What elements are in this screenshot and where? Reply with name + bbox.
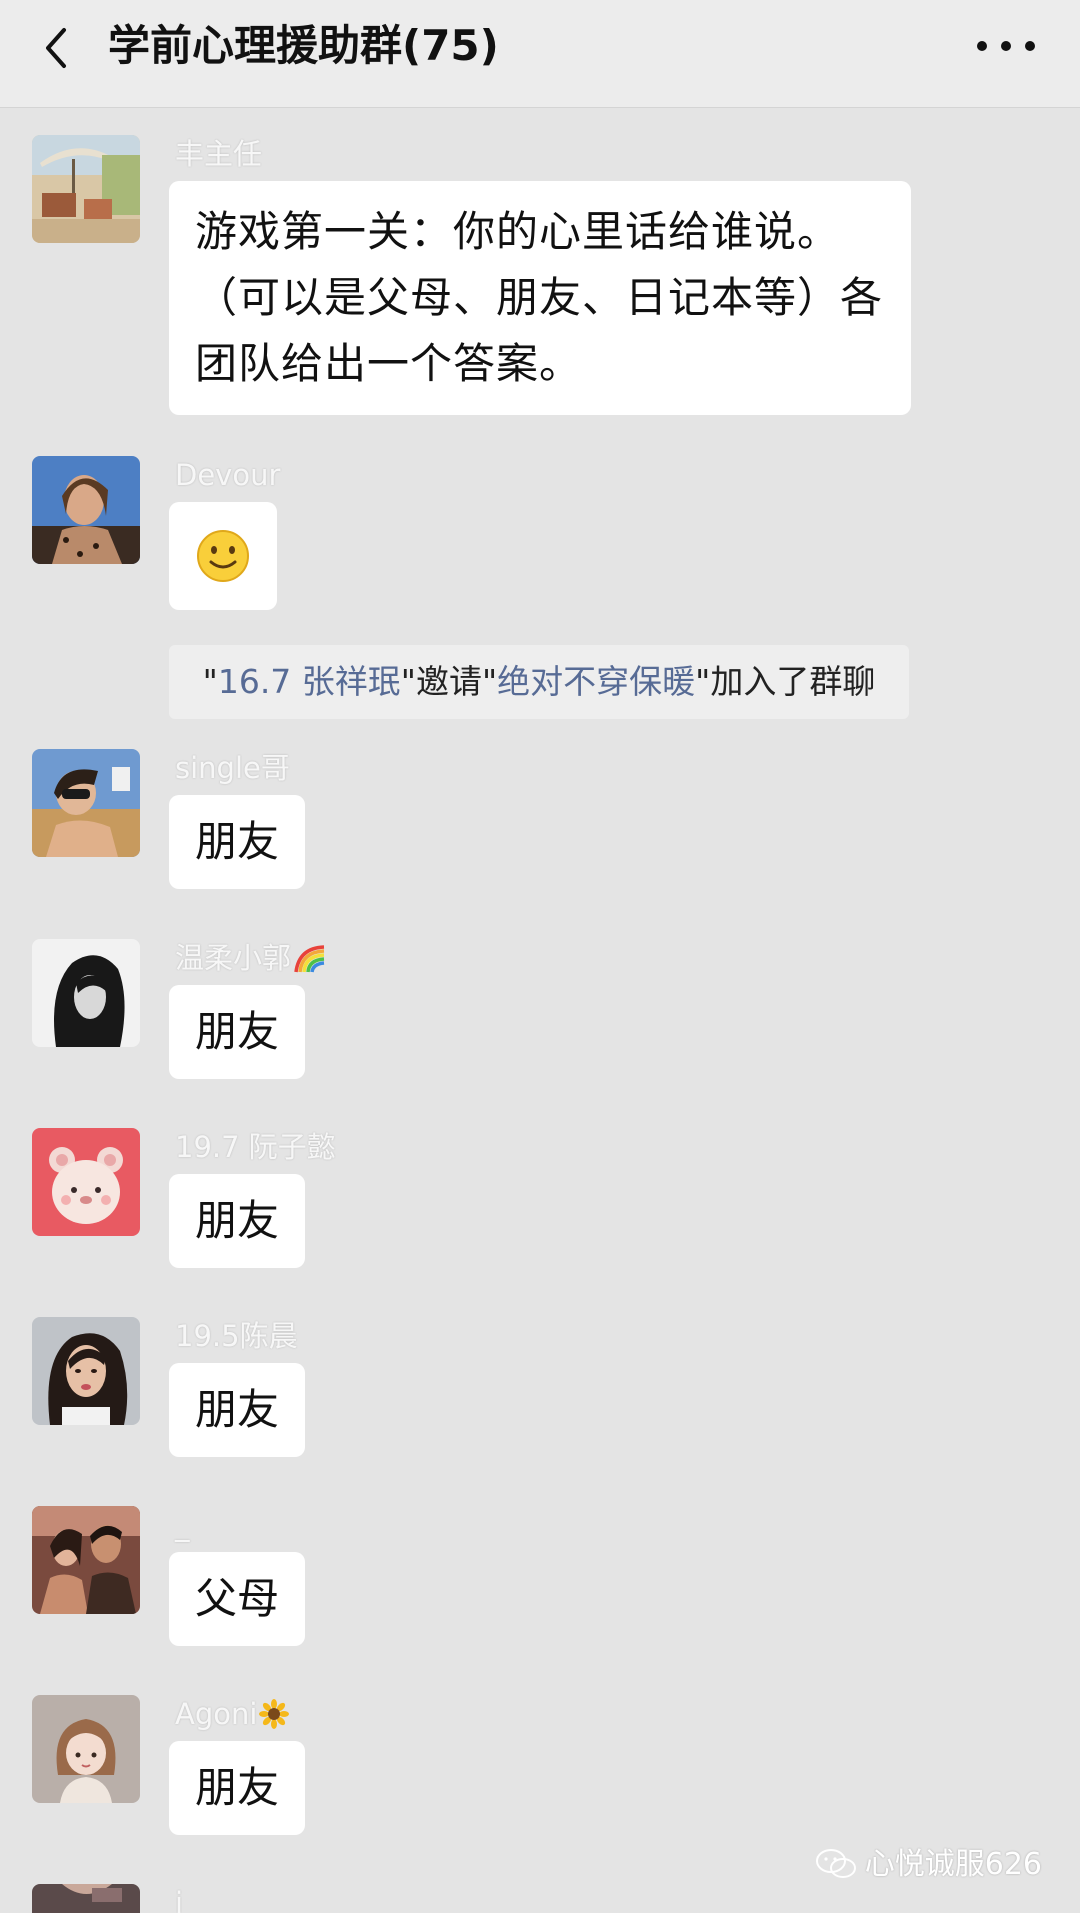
sunflower-icon — [259, 1699, 290, 1729]
rainbow-icon — [294, 945, 325, 973]
sender-name: single哥 — [175, 751, 290, 785]
invitee-link[interactable]: 绝对不穿保暖 — [497, 662, 695, 701]
partial-photo — [32, 1884, 140, 1913]
avatar[interactable] — [32, 1317, 140, 1425]
couple-photo — [32, 1506, 140, 1614]
avatar[interactable] — [32, 456, 140, 564]
message-bubble[interactable]: 朋友 — [169, 985, 306, 1079]
avatar[interactable] — [32, 1695, 140, 1803]
more-dots-icon — [977, 41, 1035, 51]
message-bubble[interactable]: 游戏第一关：你的心里话给谁说。（可以是父母、朋友、日记本等）各团队给出一个答案。 — [169, 181, 911, 415]
sender-name: 丰主任 — [175, 137, 263, 171]
sender-name: 温柔小郭 — [175, 941, 327, 975]
sender-name: 19.5陈晨 — [175, 1319, 298, 1353]
avatar[interactable] — [32, 939, 140, 1047]
woman-photo — [32, 456, 140, 564]
message-bubble[interactable] — [169, 502, 277, 610]
message-bubble[interactable]: 朋友 — [169, 795, 306, 889]
girl-sunglasses-photo — [32, 749, 140, 857]
back-button[interactable] — [30, 18, 90, 78]
sender-name: _ — [175, 1508, 190, 1542]
system-message: "16.7 张祥珉"邀请"绝对不穿保暖"加入了群聊 — [169, 645, 909, 719]
sender-name: 19.7 阮子懿 — [175, 1130, 336, 1164]
girl-portrait-photo — [32, 1317, 140, 1425]
inviter-link[interactable]: 16.7 张祥珉 — [218, 662, 401, 701]
message-bubble[interactable]: 朋友 — [169, 1174, 306, 1268]
avatar[interactable] — [32, 1128, 140, 1236]
bw-portrait-photo — [32, 939, 140, 1047]
sender-name: Devour — [175, 458, 281, 492]
chat-area[interactable]: 丰主任 游戏第一关：你的心里话给谁说。（可以是父母、朋友、日记本等）各团队给出一… — [0, 108, 1080, 1913]
more-button[interactable] — [968, 24, 1044, 68]
smile-emoji — [197, 530, 249, 582]
message-bubble[interactable]: 父母 — [169, 1552, 306, 1646]
chevron-left-icon — [46, 28, 66, 68]
cartoon-bear-photo — [32, 1128, 140, 1236]
sender-name: i — [175, 1886, 184, 1913]
avatar[interactable] — [32, 749, 140, 857]
patio-photo — [32, 135, 140, 243]
avatar[interactable] — [32, 1506, 140, 1614]
top-bar: 学前心理援助群(75) — [0, 0, 1080, 108]
cartoon-girl-photo — [32, 1695, 140, 1803]
message-bubble[interactable]: 朋友 — [169, 1741, 306, 1835]
message-bubble[interactable]: 朋友 — [169, 1363, 306, 1457]
avatar[interactable] — [32, 1884, 140, 1913]
sender-name: Agoni — [175, 1697, 290, 1731]
chat-title: 学前心理援助群(75) — [108, 21, 499, 70]
watermark: 心悦诚服626 — [815, 1839, 1042, 1883]
avatar[interactable] — [32, 135, 140, 243]
wechat-icon — [815, 1849, 856, 1878]
